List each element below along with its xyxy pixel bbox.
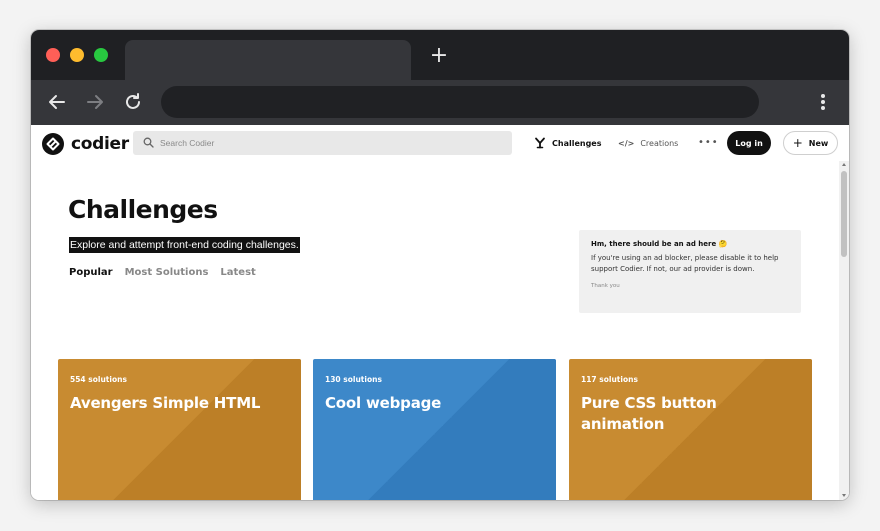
vertical-dots-icon (821, 94, 825, 110)
challenge-card[interactable]: 117 solutions Pure CSS button animation (569, 359, 812, 500)
new-button-label: New (808, 138, 829, 148)
filter-tab-latest[interactable]: Latest (220, 267, 255, 278)
nav-creations-label: Creations (640, 138, 679, 148)
card-solution-count: 554 solutions (70, 375, 127, 384)
nav-creations-link[interactable]: </> Creations (618, 135, 678, 151)
new-tab-button[interactable]: + (427, 44, 451, 68)
challenge-card[interactable]: 130 solutions Cool webpage (313, 359, 556, 500)
site-logo[interactable]: codier (42, 133, 129, 155)
web-page: codier Challenges </> Creations (31, 125, 849, 500)
code-icon: </> (618, 138, 635, 148)
challenge-card[interactable]: 554 solutions Avengers Simple HTML (58, 359, 301, 500)
filter-tabs: Popular Most Solutions Latest (69, 267, 256, 278)
search-icon (143, 137, 154, 148)
minimize-window-button[interactable] (70, 48, 84, 62)
arrow-left-icon (49, 95, 65, 109)
browser-tab-bar: + (31, 30, 849, 80)
site-navbar: codier Challenges </> Creations (31, 125, 849, 161)
browser-window: + codier Search Codier Challenges </> Cr… (31, 30, 849, 500)
page-subtitle: Explore and attempt front-end coding cha… (69, 237, 300, 253)
nav-challenges-link[interactable]: Challenges (534, 135, 601, 151)
maximize-window-button[interactable] (94, 48, 108, 62)
page-scrollbar[interactable] (839, 161, 849, 500)
scroll-down-arrow-icon[interactable] (842, 494, 846, 497)
more-menu-button[interactable]: ••• (698, 134, 719, 150)
nav-challenges-label: Challenges (552, 138, 602, 148)
filter-tab-popular[interactable]: Popular (69, 267, 113, 278)
new-button[interactable]: + New (783, 131, 838, 155)
filter-tab-most-solutions[interactable]: Most Solutions (125, 267, 209, 278)
reload-button[interactable] (122, 91, 144, 113)
trophy-icon (535, 137, 545, 149)
reload-icon (126, 93, 140, 109)
scroll-up-arrow-icon[interactable] (842, 163, 846, 166)
card-solution-count: 130 solutions (325, 375, 382, 384)
browser-menu-button[interactable] (813, 91, 833, 113)
ad-footer: Thank you (591, 283, 620, 289)
browser-tab[interactable] (125, 40, 411, 80)
ad-body: If you're using an ad blocker, please di… (591, 254, 779, 273)
card-solution-count: 117 solutions (581, 375, 638, 384)
browser-toolbar (31, 80, 849, 125)
address-bar[interactable] (161, 86, 759, 118)
codier-logo-icon (42, 133, 64, 155)
scroll-thumb[interactable] (841, 171, 847, 257)
plus-icon: + (792, 136, 803, 150)
logo-text: codier (71, 134, 129, 154)
forward-button[interactable] (84, 91, 106, 113)
page-title: Challenges (68, 195, 218, 224)
card-title: Pure CSS button animation (581, 394, 717, 433)
card-title: Cool webpage (325, 394, 442, 412)
arrow-right-icon (87, 95, 103, 109)
search-input[interactable] (160, 131, 500, 155)
back-button[interactable] (46, 91, 68, 113)
login-button[interactable]: Log in (727, 131, 771, 155)
more-dots-icon: ••• (698, 136, 719, 148)
card-title: Avengers Simple HTML (70, 394, 261, 412)
close-window-button[interactable] (46, 48, 60, 62)
ad-placeholder: Hm, there should be an ad here 🤔 If you'… (579, 230, 801, 313)
ad-title: Hm, there should be an ad here 🤔 (591, 240, 728, 248)
search-bar[interactable] (133, 131, 512, 155)
